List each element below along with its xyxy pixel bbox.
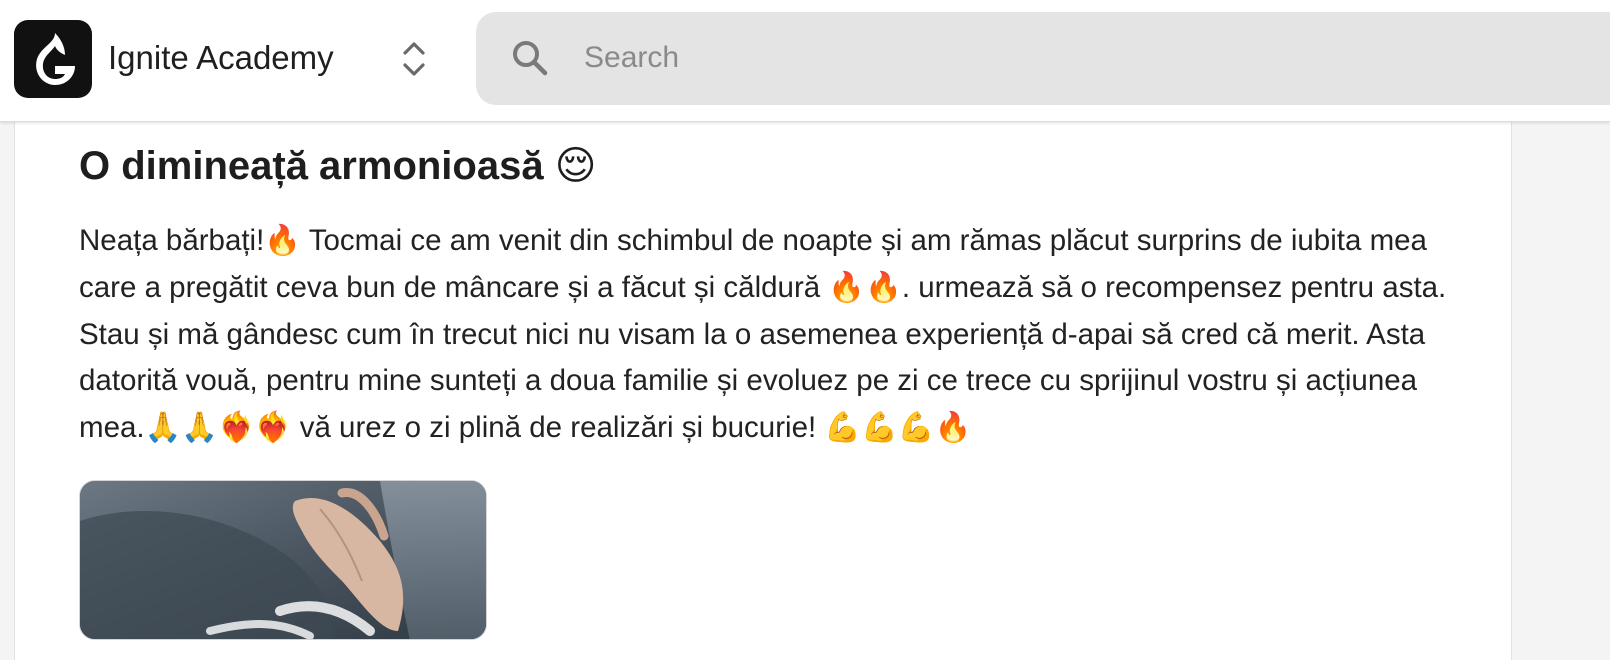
post-title[interactable]: O dimineață armonioasă 😌 xyxy=(79,140,1379,192)
search-bar[interactable] xyxy=(476,12,1610,105)
post-card: O dimineață armonioasă 😌 Neața bărbați!🔥… xyxy=(14,100,1512,660)
community-switcher-button[interactable] xyxy=(395,36,433,82)
post-photo xyxy=(80,481,486,639)
chevron-up-down-icon xyxy=(403,42,425,76)
flame-g-logo-icon xyxy=(36,33,75,85)
community-logo-icon[interactable] xyxy=(14,20,92,98)
community-name[interactable]: Ignite Academy xyxy=(108,36,334,80)
top-bar: Ignite Academy xyxy=(0,0,1610,122)
post-body: Neața bărbați!🔥 Tocmai ce am venit din s… xyxy=(79,224,1447,445)
post-image[interactable] xyxy=(79,480,487,640)
search-input[interactable] xyxy=(584,36,1484,80)
search-icon xyxy=(513,41,548,76)
